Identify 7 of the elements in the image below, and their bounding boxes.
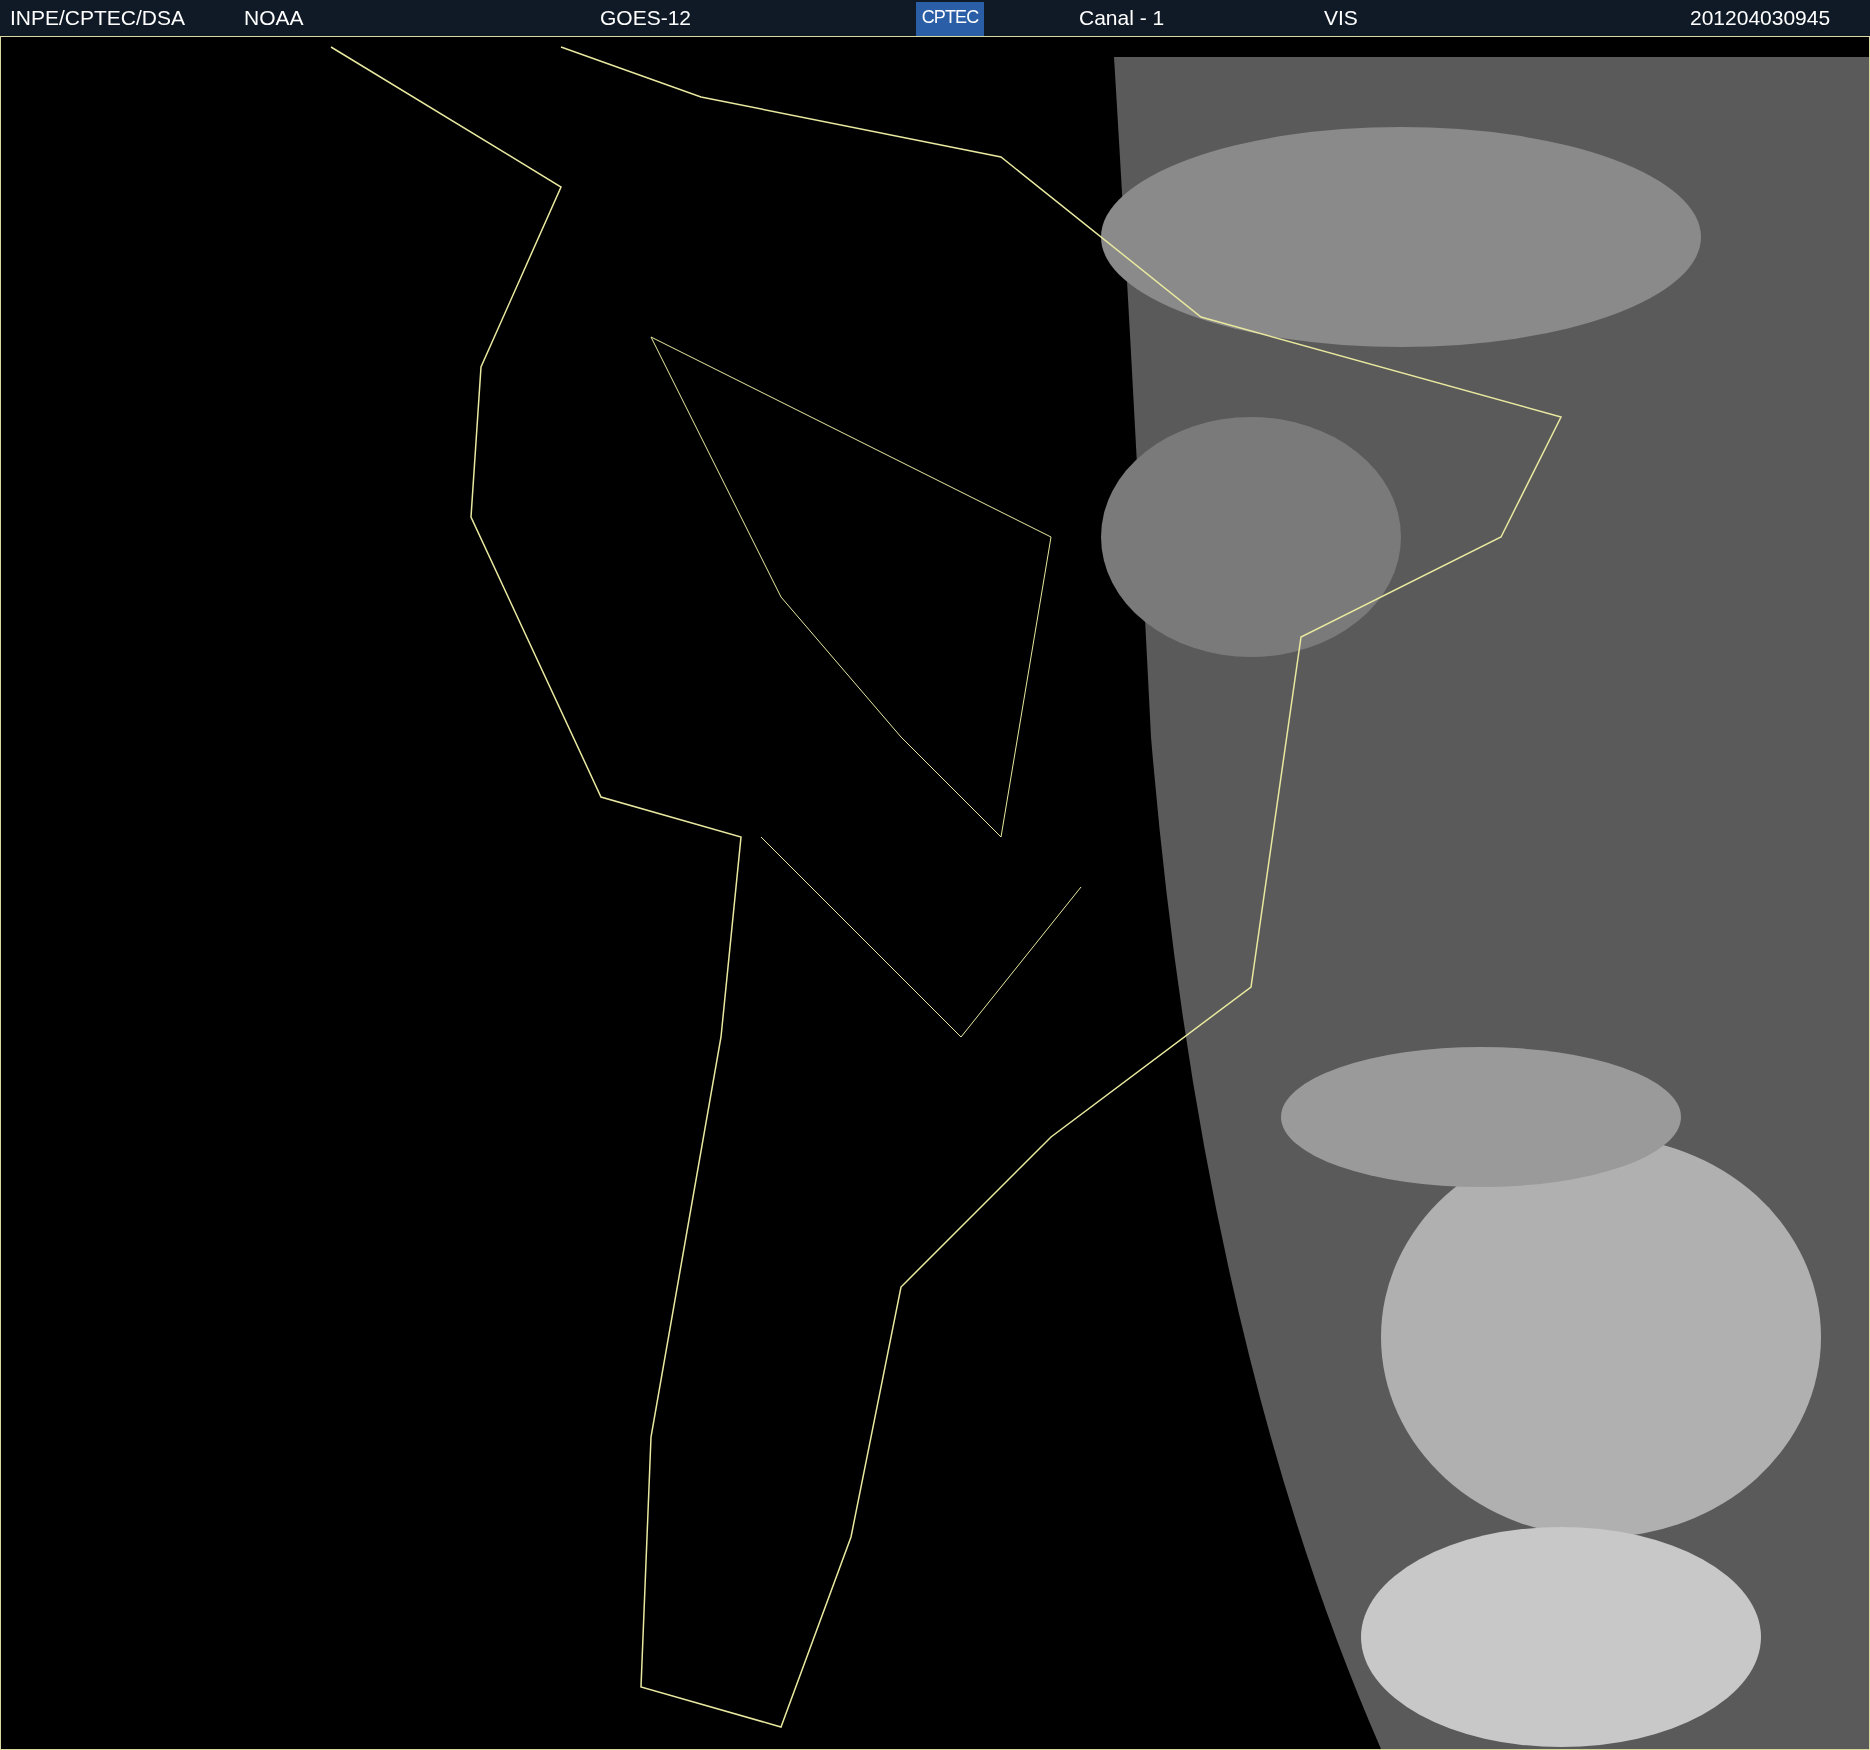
source-label: INPE/CPTEC/DSA xyxy=(10,6,186,30)
satellite-label: GOES-12 xyxy=(600,6,692,30)
logo: CPTEC xyxy=(916,2,984,36)
channel-label: Canal - 1 xyxy=(1079,6,1165,30)
timestamp-label: 201204030945 xyxy=(1690,6,1831,30)
band-label: VIS xyxy=(1324,6,1358,30)
agency-label: NOAA xyxy=(244,6,304,30)
